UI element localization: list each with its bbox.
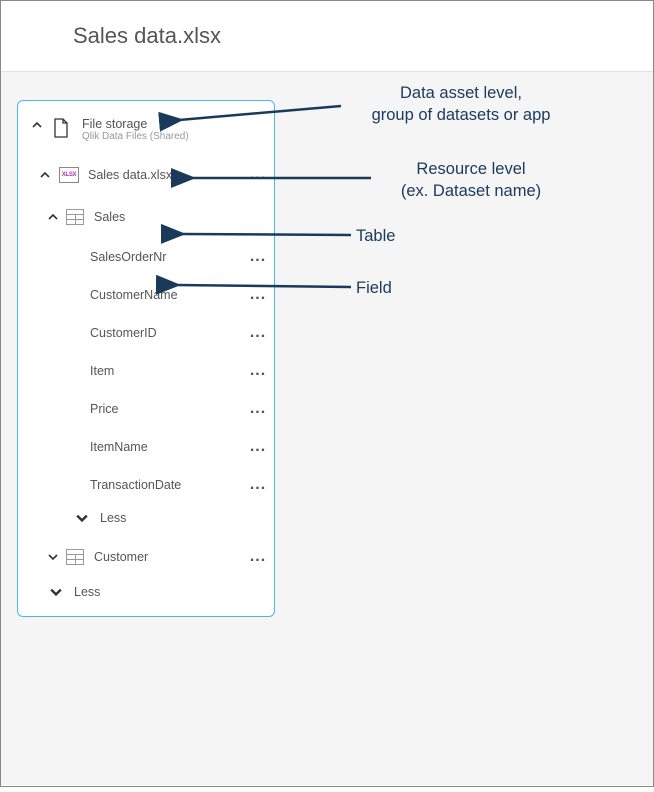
field-row[interactable]: SalesOrderNr ... [18, 238, 274, 276]
xlsx-icon: XLSX [58, 164, 80, 186]
annotation-table: Table [356, 225, 395, 247]
chevron-down-icon[interactable] [50, 586, 66, 598]
chevron-up-icon[interactable] [32, 120, 48, 130]
annotation-asset: Data asset level, group of datasets or a… [331, 82, 591, 127]
table-label: Sales [94, 210, 272, 224]
field-row[interactable]: Price ... [18, 390, 274, 428]
file-icon [50, 117, 72, 139]
field-row[interactable]: Item ... [18, 352, 274, 390]
table-icon [64, 206, 86, 228]
field-row[interactable]: ItemName ... [18, 428, 274, 466]
table-label: Customer [94, 550, 244, 564]
table-icon [64, 546, 86, 568]
body-area: File storage Qlik Data Files (Shared) XL… [1, 72, 653, 785]
less-label: Less [74, 585, 272, 599]
page-header: Sales data.xlsx [1, 1, 653, 72]
more-icon[interactable]: ... [244, 166, 272, 184]
asset-row[interactable]: File storage Qlik Data Files (Shared) [18, 107, 274, 146]
more-icon[interactable]: ... [244, 362, 272, 380]
table-row-sales[interactable]: Sales [18, 196, 274, 238]
more-icon[interactable]: ... [244, 324, 272, 342]
chevron-up-icon[interactable] [48, 212, 64, 222]
more-icon[interactable]: ... [244, 438, 272, 456]
field-label: CustomerID [18, 326, 244, 340]
more-icon[interactable]: ... [244, 548, 272, 566]
more-icon[interactable]: ... [244, 248, 272, 266]
resource-row[interactable]: XLSX Sales data.xlsx ... [18, 154, 274, 196]
tree-panel: File storage Qlik Data Files (Shared) XL… [17, 100, 275, 617]
field-label: CustomerName [18, 288, 244, 302]
field-label: ItemName [18, 440, 244, 454]
field-row[interactable]: TransactionDate ... [18, 466, 274, 504]
page-title: Sales data.xlsx [73, 23, 653, 49]
field-label: Price [18, 402, 244, 416]
resource-label: Sales data.xlsx [88, 168, 244, 182]
more-icon[interactable]: ... [244, 476, 272, 494]
field-row[interactable]: CustomerID ... [18, 314, 274, 352]
chevron-up-icon[interactable] [40, 170, 56, 180]
asset-label: File storage [82, 117, 189, 131]
field-label: SalesOrderNr [18, 250, 244, 264]
asset-subtitle: Qlik Data Files (Shared) [82, 131, 189, 142]
less-row[interactable]: Less [18, 504, 274, 532]
table-row-customer[interactable]: Customer ... [18, 536, 274, 578]
field-label: Item [18, 364, 244, 378]
field-row[interactable]: CustomerName ... [18, 276, 274, 314]
more-icon[interactable]: ... [244, 286, 272, 304]
less-label: Less [100, 511, 272, 525]
more-icon[interactable]: ... [244, 400, 272, 418]
field-label: TransactionDate [18, 478, 244, 492]
chevron-down-icon[interactable] [48, 552, 64, 562]
chevron-down-icon[interactable] [76, 512, 92, 524]
annotation-field: Field [356, 277, 392, 299]
annotation-resource: Resource level (ex. Dataset name) [371, 158, 571, 203]
less-row[interactable]: Less [18, 578, 274, 606]
